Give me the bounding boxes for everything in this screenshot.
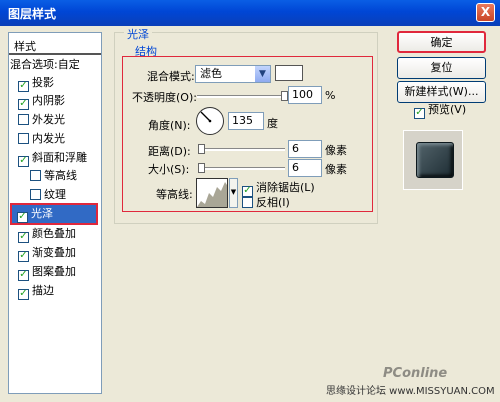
blend-color-swatch[interactable] (275, 65, 303, 81)
checkbox-checked[interactable]: ✓ (18, 81, 29, 92)
style-item-bevel-emboss[interactable]: ✓ 斜面和浮雕 (18, 149, 87, 167)
style-item-contour[interactable]: 等高线 (30, 167, 77, 185)
preview-option[interactable]: ✓ 预览(V) (414, 101, 466, 119)
checkbox-unchecked[interactable] (30, 189, 41, 200)
style-item-label: 图案叠加 (32, 265, 76, 278)
style-item-outer-glow[interactable]: 外发光 (18, 111, 65, 129)
styles-list-title: 样式 (9, 33, 101, 55)
satin-group-title: 光泽 (124, 26, 152, 42)
style-item-stroke[interactable]: ✓ 描边 (18, 282, 54, 300)
style-item-label: 颜色叠加 (32, 227, 76, 240)
preview-label: 预览(V) (428, 103, 467, 116)
ok-button[interactable]: 确定 (397, 31, 486, 53)
distance-slider-thumb[interactable] (198, 144, 205, 154)
angle-needle-icon (200, 111, 212, 123)
distance-input[interactable]: 6 (288, 140, 322, 158)
checkbox-checked[interactable]: ✓ (18, 289, 29, 300)
chevron-down-icon[interactable]: ▼ (255, 66, 270, 82)
blend-mode-value: 滤色 (200, 67, 222, 80)
invert-label: 反相(I) (256, 196, 290, 209)
size-input[interactable]: 6 (288, 159, 322, 177)
style-item-label: 内阴影 (32, 94, 65, 107)
antialias-label: 消除锯齿(L) (256, 181, 315, 194)
opacity-label: 不透明度(O): (132, 91, 197, 104)
style-preview-tile (416, 142, 454, 178)
angle-dial[interactable] (196, 107, 224, 135)
watermark-logo: PConline (383, 366, 448, 381)
checkbox-checked[interactable]: ✓ (18, 270, 29, 281)
style-item-label: 纹理 (44, 188, 66, 201)
reset-button[interactable]: 复位 (397, 57, 486, 79)
checkbox-unchecked[interactable] (18, 133, 29, 144)
style-item-color-overlay[interactable]: ✓ 颜色叠加 (18, 225, 76, 243)
size-slider-thumb[interactable] (198, 163, 205, 173)
chevron-down-icon[interactable]: ▼ (229, 178, 238, 208)
checkbox-checked[interactable]: ✓ (18, 251, 29, 262)
checkbox-checked[interactable]: ✓ (17, 212, 28, 223)
distance-slider-track[interactable] (199, 148, 285, 151)
watermark-site: 思缘设计论坛 www.MISSYUAN.COM (326, 386, 495, 397)
opacity-unit: % (325, 89, 336, 102)
contour-picker[interactable] (196, 178, 228, 208)
size-unit: 像素 (325, 163, 347, 176)
contour-label: 等高线: (156, 188, 193, 201)
style-item-label: 等高线 (44, 169, 77, 182)
blend-mode-select[interactable]: 滤色 ▼ (195, 65, 271, 83)
style-item-texture[interactable]: 纹理 (30, 186, 66, 204)
distance-unit: 像素 (325, 144, 347, 157)
size-label: 大小(S): (148, 163, 190, 176)
style-item-label: 渐变叠加 (32, 246, 76, 259)
opacity-slider-thumb[interactable] (281, 91, 288, 101)
close-button[interactable]: X (476, 3, 495, 22)
style-item-label: 外发光 (32, 113, 65, 126)
style-item-pattern-overlay[interactable]: ✓ 图案叠加 (18, 263, 76, 281)
window-title: 图层样式 (8, 7, 57, 21)
opacity-input[interactable]: 100 (288, 86, 322, 104)
distance-label: 距离(D): (148, 145, 191, 158)
checkbox-checked[interactable]: ✓ (18, 156, 29, 167)
style-item-drop-shadow[interactable]: ✓ 投影 (18, 74, 54, 92)
style-item-label: 光泽 (31, 207, 53, 220)
style-item-inner-glow[interactable]: 内发光 (18, 130, 65, 148)
style-item-label: 内发光 (32, 132, 65, 145)
opacity-slider-track[interactable] (197, 95, 285, 98)
style-item-label: 投影 (32, 76, 54, 89)
checkbox-unchecked[interactable] (242, 197, 253, 208)
invert-option[interactable]: 反相(I) (242, 194, 290, 212)
checkbox-unchecked[interactable] (30, 170, 41, 181)
style-item-blending-options[interactable]: 混合选项:自定 (10, 56, 100, 74)
style-item-satin[interactable]: ✓ 光泽 (10, 203, 98, 225)
title-bar: 图层样式 X (0, 0, 500, 26)
angle-unit: 度 (267, 117, 278, 130)
style-item-label: 斜面和浮雕 (32, 151, 87, 164)
angle-label: 角度(N): (148, 119, 191, 132)
style-item-inner-shadow[interactable]: ✓ 内阴影 (18, 92, 65, 110)
style-item-label: 混合选项:自定 (10, 58, 80, 71)
style-item-gradient-overlay[interactable]: ✓ 渐变叠加 (18, 244, 76, 262)
blend-mode-label: 混合模式: (147, 70, 195, 83)
angle-input[interactable]: 135 (228, 112, 264, 130)
style-item-label: 描边 (32, 284, 54, 297)
checkbox-checked[interactable]: ✓ (18, 99, 29, 110)
new-style-button[interactable]: 新建样式(W)... (397, 81, 486, 103)
checkbox-unchecked[interactable] (18, 114, 29, 125)
checkbox-checked[interactable]: ✓ (414, 108, 425, 119)
contour-curve-icon (197, 182, 227, 207)
checkbox-checked[interactable]: ✓ (18, 232, 29, 243)
size-slider-track[interactable] (199, 167, 285, 170)
